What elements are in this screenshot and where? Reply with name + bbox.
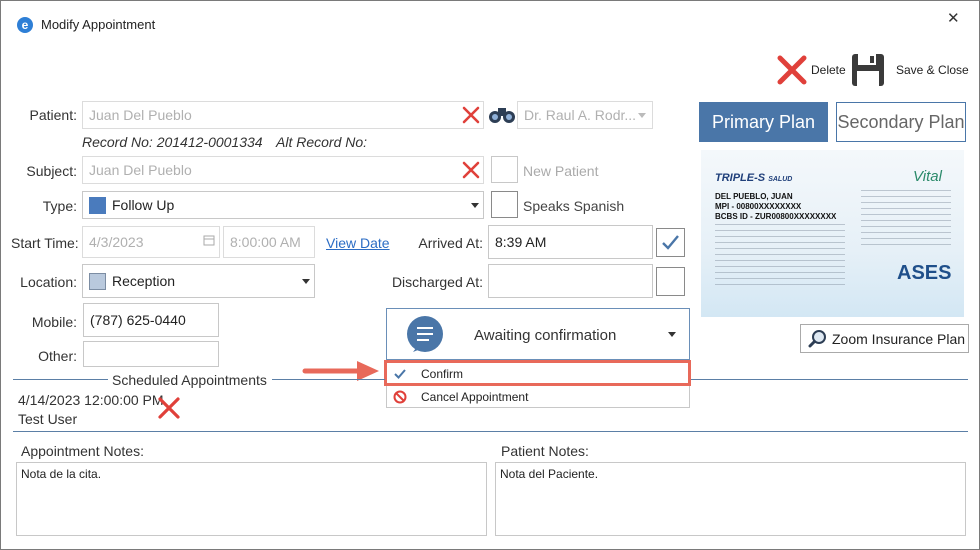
clear-patient-icon[interactable] <box>462 106 480 124</box>
type-select[interactable]: Follow Up <box>82 191 484 219</box>
close-icon[interactable]: ✕ <box>947 9 960 27</box>
chevron-down-icon <box>668 332 676 337</box>
status-option-cancel[interactable]: Cancel Appointment <box>387 386 689 408</box>
location-select[interactable]: Reception <box>82 264 315 298</box>
card-member-name: DEL PUEBLO, JUAN <box>715 192 793 201</box>
status-option-label: Cancel Appointment <box>421 390 529 404</box>
alt-record-no: Alt Record No: <box>276 134 368 150</box>
start-date-field[interactable]: 4/3/2023 <box>82 226 220 258</box>
confirm-highlight <box>384 360 691 386</box>
status-select[interactable]: Awaiting confirmation <box>386 308 690 360</box>
insurance-card: TRIPLE-S SALUD Vital DEL PUEBLO, JUAN MP… <box>701 150 964 317</box>
discharged-field[interactable] <box>488 264 653 298</box>
card-mpi: MPI - 00800XXXXXXXX <box>715 202 802 211</box>
arrived-label: Arrived At: <box>418 235 483 251</box>
chevron-down-icon <box>302 279 310 284</box>
location-label: Location: <box>20 274 77 290</box>
location-color-swatch <box>89 272 106 290</box>
notes-divider <box>13 431 968 432</box>
mobile-field[interactable]: (787) 625-0440 <box>83 303 219 337</box>
appointment-notes-field[interactable]: Nota de la cita. <box>16 462 487 536</box>
mobile-label: Mobile: <box>31 314 77 330</box>
modify-appointment-window: e Modify Appointment ✕ Delete Save & Clo… <box>0 0 980 550</box>
start-time-field[interactable]: 8:00:00 AM <box>223 226 315 258</box>
start-time-label: Start Time: <box>11 235 79 251</box>
location-value: Reception <box>112 273 176 289</box>
speaks-spanish-label: Speaks Spanish <box>523 198 625 214</box>
card-brand: TRIPLE-S SALUD <box>715 172 792 184</box>
patient-label: Patient: <box>29 107 77 123</box>
discharged-checkbox[interactable] <box>656 267 685 296</box>
scheduled-title: Scheduled Appointments <box>112 372 267 388</box>
primary-plan-tab[interactable]: Primary Plan <box>699 102 828 142</box>
subject-field[interactable]: Juan Del Pueblo <box>82 156 484 184</box>
patient-notes-field[interactable]: Nota del Paciente. <box>495 462 966 536</box>
calendar-icon[interactable] <box>203 234 215 246</box>
app-icon: e <box>17 17 33 33</box>
arrived-field[interactable]: 8:39 AM <box>488 225 653 259</box>
type-color-swatch <box>89 196 106 214</box>
chevron-down-icon <box>638 113 646 118</box>
cancel-icon <box>393 390 407 404</box>
scheduled-divider-left <box>13 379 108 380</box>
scheduled-divider-far <box>691 379 968 380</box>
status-value: Awaiting confirmation <box>474 327 617 344</box>
appointment-notes-label: Appointment Notes: <box>21 443 144 459</box>
record-no: Record No: 201412-0001334 <box>82 134 263 150</box>
delete-icon[interactable] <box>776 54 808 86</box>
scheduled-datetime[interactable]: 4/14/2023 12:00:00 PM <box>18 392 164 408</box>
scheduled-user: Test User <box>18 411 78 427</box>
subject-label: Subject: <box>26 163 77 179</box>
arrow-right-icon <box>302 361 379 381</box>
binoculars-icon[interactable] <box>488 105 516 125</box>
chevron-down-icon <box>471 203 479 208</box>
card-ases-logo: ASES <box>897 262 952 284</box>
doctor-select[interactable]: Dr. Raul A. Rodr... <box>517 101 653 129</box>
scheduled-divider-right <box>272 379 385 380</box>
new-patient-checkbox[interactable] <box>491 156 518 183</box>
doctor-value: Dr. Raul A. Rodr... <box>524 107 637 123</box>
delete-scheduled-icon[interactable] <box>157 396 181 420</box>
secondary-plan-tab[interactable]: Secondary Plan <box>836 102 966 142</box>
new-patient-label: New Patient <box>523 163 599 179</box>
speaks-spanish-checkbox[interactable] <box>491 191 518 218</box>
view-date-link[interactable]: View Date <box>326 235 390 251</box>
card-benefit-lines <box>861 190 951 250</box>
other-label: Other: <box>38 348 77 364</box>
magnifier-icon <box>808 329 826 347</box>
type-value: Follow Up <box>112 197 175 213</box>
card-detail-lines <box>715 224 845 290</box>
other-field[interactable] <box>83 341 219 367</box>
card-bcbs: BCBS ID - ZUR00800XXXXXXXX <box>715 212 837 221</box>
zoom-insurance-button[interactable]: Zoom Insurance Plan <box>800 324 969 353</box>
arrived-checkbox[interactable] <box>656 228 685 257</box>
card-brand-sub: SALUD <box>768 176 793 183</box>
delete-button[interactable]: Delete <box>811 63 846 77</box>
discharged-label: Discharged At: <box>391 274 483 290</box>
patient-field[interactable]: Juan Del Pueblo <box>82 101 484 129</box>
save-icon[interactable] <box>851 53 885 87</box>
checkmark-icon <box>662 235 679 250</box>
clear-subject-icon[interactable] <box>462 161 480 179</box>
patient-notes-label: Patient Notes: <box>501 443 589 459</box>
zoom-insurance-label: Zoom Insurance Plan <box>832 330 966 347</box>
card-vital-logo: Vital <box>913 168 942 185</box>
save-close-button[interactable]: Save & Close <box>896 63 969 77</box>
type-label: Type: <box>42 198 77 214</box>
chat-bubble-icon <box>407 316 443 352</box>
card-brand-name: TRIPLE-S <box>715 172 766 184</box>
window-title: Modify Appointment <box>41 17 156 32</box>
